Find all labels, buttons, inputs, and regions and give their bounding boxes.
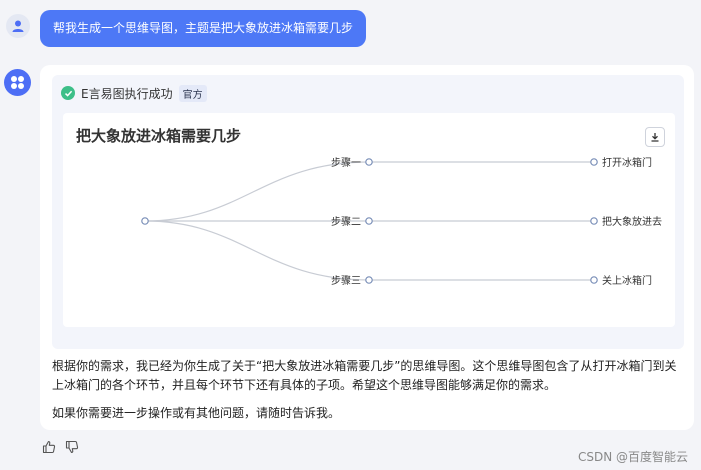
bot-avatar: [4, 69, 31, 96]
thumbs-down-icon[interactable]: [65, 440, 79, 454]
thumbs-up-icon[interactable]: [42, 440, 56, 454]
mindmap-title: 把大象放进冰箱需要几步: [76, 127, 242, 145]
mindmap-leaf-node-2: [590, 217, 598, 225]
tool-result-box: E言易图执行成功 官方 步骤一 步骤二 步骤三 打开冰箱门 把大象放进去 关上冰…: [52, 75, 684, 349]
mindmap-leaf-label-3: 关上冰箱门: [602, 274, 652, 287]
mindmap-canvas[interactable]: 步骤一 步骤二 步骤三 打开冰箱门 把大象放进去 关上冰箱门 把大象放进冰箱需要…: [63, 113, 675, 327]
mindmap-step-node-3: [365, 276, 373, 284]
mindmap-root-node: [141, 217, 149, 225]
user-avatar: [6, 14, 30, 38]
official-badge: 官方: [178, 84, 207, 102]
mindmap-step-label-2: 步骤二: [331, 216, 361, 228]
user-icon: [12, 20, 24, 32]
mindmap-leaf-label-2: 把大象放进去: [602, 215, 662, 228]
mindmap-step-label-1: 步骤一: [331, 157, 361, 169]
mindmap-leaf-node-1: [590, 158, 598, 166]
tool-status-row: E言易图执行成功 官方: [61, 84, 207, 102]
user-message-bubble: 帮我生成一个思维导图，主题是把大象放进冰箱需要几步: [40, 10, 367, 47]
answer-card: E言易图执行成功 官方 步骤一 步骤二 步骤三 打开冰箱门 把大象放进去 关上冰…: [40, 65, 694, 430]
mindmap-edge-3: [144, 220, 370, 281]
mindmap-leaf-node-3: [590, 276, 598, 284]
download-button[interactable]: [645, 127, 665, 147]
mindmap-step-node-2: [365, 217, 373, 225]
mindmap-step-node-1: [365, 158, 373, 166]
assistant-grid-icon: [11, 76, 24, 89]
mindmap-leaf-label-1: 打开冰箱门: [602, 156, 652, 169]
tool-status-text: E言易图执行成功: [81, 86, 173, 101]
answer-paragraph-1: 根据你的需求，我已经为你生成了关于“把大象放进冰箱需要几步”的思维导图。这个思维…: [52, 359, 677, 392]
mindmap-edge-1: [144, 161, 370, 222]
watermark: CSDN @百度智能云: [578, 450, 689, 464]
download-icon: [651, 133, 659, 142]
mindmap-step-label-3: 步骤三: [331, 275, 361, 287]
check-circle-icon: [61, 86, 75, 100]
answer-paragraph-2: 如果你需要进一步操作或有其他问题，请随时告诉我。: [52, 406, 341, 420]
